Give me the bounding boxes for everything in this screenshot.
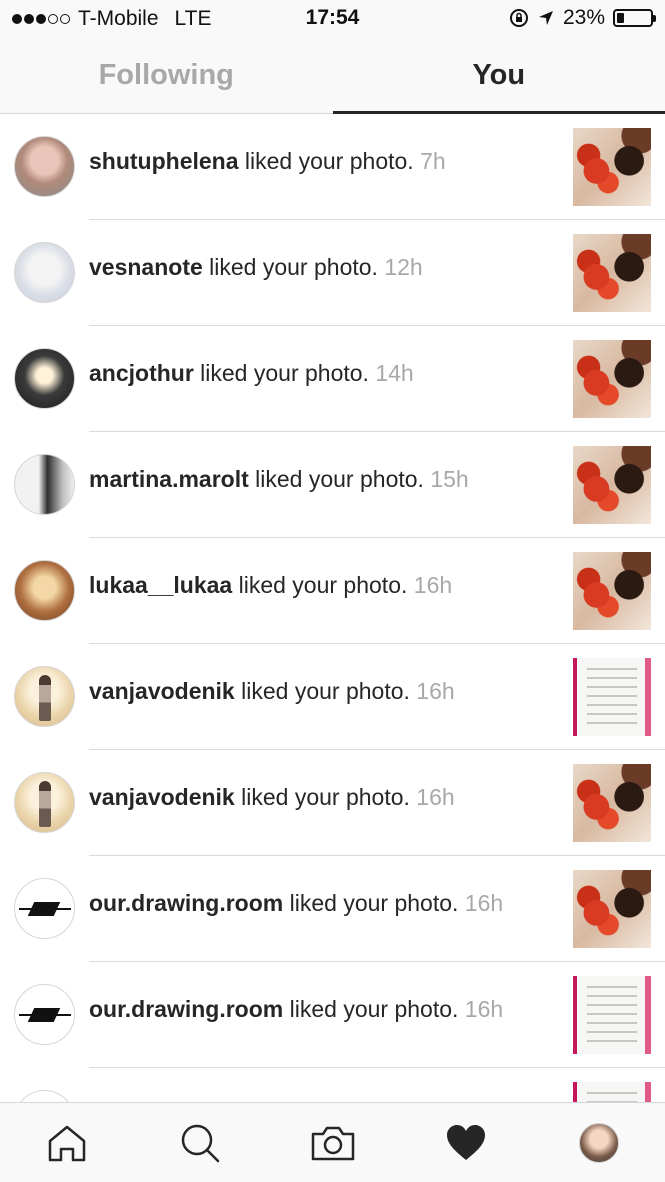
timestamp: 16h — [413, 572, 453, 598]
post-thumbnail[interactable] — [573, 128, 651, 206]
username[interactable]: vanjavodenik — [89, 678, 235, 704]
action-text: liked your photo. — [238, 572, 408, 598]
tab-following[interactable]: Following — [0, 38, 333, 113]
list-item[interactable]: vesnanote liked your photo. 12h — [0, 220, 665, 326]
notification-text: vanjavodenik liked your photo. 16h — [89, 784, 455, 811]
notification-text: our.drawing.room liked your photo. 16h — [89, 890, 503, 917]
heart-icon — [446, 1124, 485, 1160]
post-thumbnail[interactable] — [573, 552, 651, 630]
timestamp: 14h — [375, 360, 414, 386]
notification-text: vesnanote liked your photo. 12h — [89, 254, 423, 281]
notification-text: our.drawing.room liked your photo. 16h — [89, 996, 503, 1023]
timestamp: 7h — [420, 148, 446, 174]
username[interactable]: our.drawing.room — [89, 890, 283, 916]
list-item[interactable]: shutuphelena liked your photo. 7h — [0, 114, 665, 220]
timestamp: 16h — [464, 890, 504, 916]
action-text: liked your photo. — [241, 678, 410, 704]
post-thumbnail[interactable] — [573, 658, 651, 736]
notification-text: martina.marolt liked your photo. 15h — [89, 466, 469, 493]
timestamp: 12h — [384, 254, 423, 280]
avatar[interactable] — [14, 348, 75, 409]
avatar[interactable] — [14, 984, 75, 1045]
battery-percent: 23% — [562, 6, 605, 29]
tab-you-label: You — [472, 59, 526, 91]
post-thumbnail[interactable] — [573, 446, 651, 524]
avatar[interactable] — [14, 878, 75, 939]
notification-text: vanjavodenik liked your photo. 16h — [89, 678, 455, 705]
avatar[interactable] — [14, 772, 75, 833]
username[interactable]: shutuphelena — [89, 148, 239, 174]
timestamp: 15h — [430, 466, 469, 492]
username[interactable]: our.drawing.room — [89, 996, 283, 1022]
avatar[interactable] — [14, 666, 75, 727]
action-text: liked your photo. — [255, 466, 424, 492]
avatar[interactable] — [14, 136, 75, 197]
post-thumbnail[interactable] — [573, 976, 651, 1054]
list-item[interactable]: lukaa__lukaa liked your photo. 16h — [0, 538, 665, 644]
post-thumbnail[interactable] — [573, 764, 651, 842]
notification-text: ancjothur liked your photo. 14h — [89, 360, 414, 387]
username[interactable]: lukaa__lukaa — [89, 572, 232, 598]
nav-home-button[interactable] — [34, 1110, 100, 1176]
list-item[interactable]: our.drawing.room liked your photo. 16h — [0, 962, 665, 1068]
rotation-lock-icon — [509, 9, 528, 27]
action-text: liked your photo. — [289, 996, 459, 1022]
avatar[interactable] — [14, 560, 75, 621]
status-bar: T-Mobile LTE 17:54 23% — [0, 0, 665, 38]
tab-following-label: Following — [98, 59, 234, 91]
notification-text: shutuphelena liked your photo. 7h — [89, 148, 446, 175]
nav-activity-button[interactable] — [433, 1110, 499, 1176]
battery-fill — [617, 13, 625, 23]
username[interactable]: ancjothur — [89, 360, 194, 386]
avatar[interactable] — [14, 1090, 75, 1102]
list-item[interactable]: ancjothur liked your photo. 14h — [0, 326, 665, 432]
tab-you[interactable]: You — [332, 38, 665, 114]
list-item[interactable]: vanjavodenik liked your photo. 16h — [0, 750, 665, 856]
activity-tabs: Following You — [0, 38, 665, 114]
bottom-tab-bar — [0, 1102, 665, 1182]
username[interactable]: vesnanote — [89, 254, 203, 280]
timestamp: 16h — [416, 678, 455, 704]
post-thumbnail[interactable] — [573, 1082, 651, 1102]
camera-icon — [311, 1126, 354, 1160]
post-thumbnail[interactable] — [573, 870, 651, 948]
username[interactable]: vanjavodenik — [89, 784, 235, 810]
search-icon — [181, 1124, 219, 1162]
home-icon — [48, 1125, 85, 1161]
location-arrow-icon — [538, 11, 553, 25]
list-item[interactable]: vanjavodenik liked your photo. 16h — [0, 644, 665, 750]
action-text: liked your photo. — [241, 784, 410, 810]
nav-profile-button[interactable] — [566, 1110, 632, 1176]
battery-icon — [613, 9, 656, 27]
post-thumbnail[interactable] — [573, 234, 651, 312]
nav-camera-button[interactable] — [300, 1110, 366, 1176]
list-item[interactable]: martina.marolt liked your photo. 15h — [0, 432, 665, 538]
action-text: liked your photo. — [289, 890, 459, 916]
action-text: liked your photo. — [209, 254, 378, 280]
nav-search-button[interactable] — [167, 1110, 233, 1176]
action-text: liked your photo. — [244, 148, 414, 174]
timestamp: 16h — [464, 996, 504, 1022]
timestamp: 16h — [416, 784, 455, 810]
list-item[interactable]: our.drawing.room liked your photo. 16h — [0, 856, 665, 962]
profile-avatar — [578, 1122, 619, 1163]
notification-text: lukaa__lukaa liked your photo. 16h — [89, 572, 452, 599]
status-right: 23% — [509, 6, 656, 30]
post-thumbnail[interactable] — [573, 340, 651, 418]
list-item[interactable] — [0, 1068, 665, 1102]
action-text: liked your photo. — [200, 360, 369, 386]
avatar[interactable] — [14, 242, 75, 303]
username[interactable]: martina.marolt — [89, 466, 249, 492]
avatar[interactable] — [14, 454, 75, 515]
activity-list[interactable]: shutuphelena liked your photo. 7h vesnan… — [0, 114, 665, 1102]
